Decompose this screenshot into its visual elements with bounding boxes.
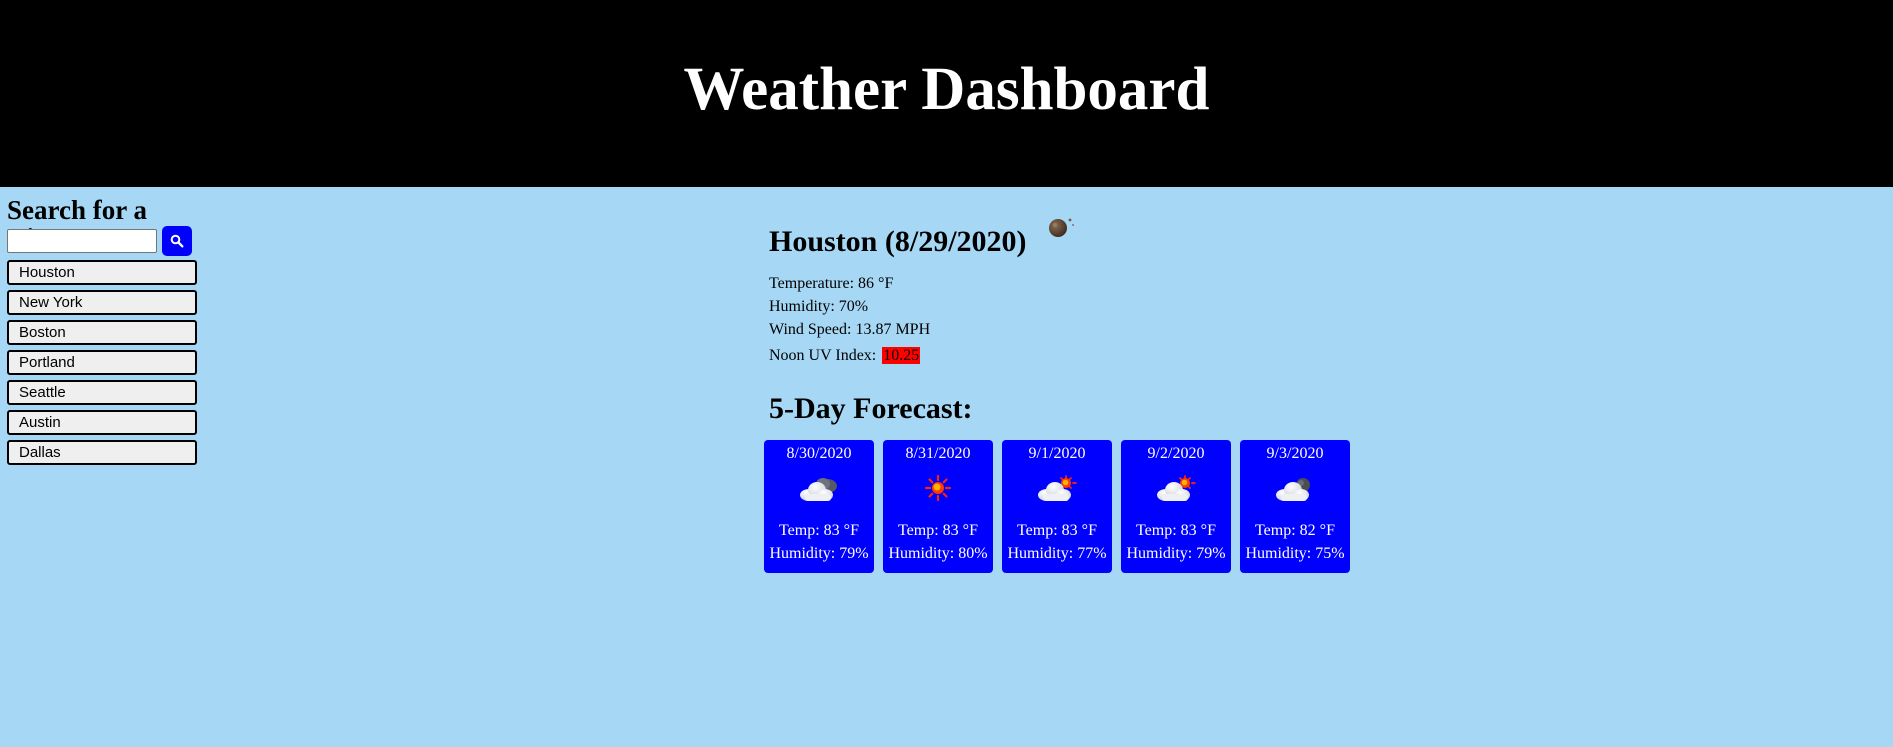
forecast-humidity: Humidity: 79% [769,545,869,562]
current-wind-speed: Wind Speed: 13.87 MPH [769,321,931,338]
forecast-date: 9/1/2020 [1028,445,1086,462]
search-row [7,226,207,256]
uv-index-row: Noon UV Index: 10.25 [769,344,1027,367]
city-button-portland[interactable]: Portland [7,350,197,375]
city-button-houston[interactable]: Houston [7,260,197,285]
page-header: Weather Dashboard [0,0,1893,187]
forecast-humidity: Humidity: 80% [888,545,988,562]
partly-cloudy-night-icon [800,478,837,501]
city-history-list: Houston New York Boston Portland Seattle… [7,260,207,465]
partly-cloudy-day-icon [1157,475,1196,501]
forecast-card: 9/1/2020 Temp: 83 °F Humidity: 77% [1002,440,1112,573]
search-title: Search for a City: [7,195,147,252]
forecast-card: 8/30/2020 Temp: 83 °F Humidity: 79% [764,440,874,573]
uv-index-value: 10.25 [882,347,921,364]
city-button-boston[interactable]: Boston [7,320,197,345]
forecast-date: 8/31/2020 [905,445,971,462]
forecast-temp: Temp: 83 °F [779,522,859,539]
forecast-temp: Temp: 83 °F [1017,522,1097,539]
current-humidity: Humidity: 70% [769,298,869,315]
current-city-title: Houston (8/29/2020) [769,225,1027,258]
forecast-date: 8/30/2020 [786,445,852,462]
cloudy-night-icon [1276,478,1310,501]
forecast-date: 9/2/2020 [1147,445,1205,462]
forecast-humidity: Humidity: 79% [1126,545,1226,562]
city-button-dallas[interactable]: Dallas [7,440,197,465]
forecast-date: 9/3/2020 [1266,445,1324,462]
clear-night-icon [1049,218,1074,237]
forecast-title: 5-Day Forecast: [769,392,973,425]
current-temperature: Temperature: 86 °F [769,275,894,292]
city-button-austin[interactable]: Austin [7,410,197,435]
forecast-humidity: Humidity: 77% [1007,545,1107,562]
page-title: Weather Dashboard [683,56,1210,123]
city-button-seattle[interactable]: Seattle [7,380,197,405]
partly-cloudy-day-icon [1038,475,1077,501]
city-search-input[interactable] [7,229,157,253]
city-button-new-york[interactable]: New York [7,290,197,315]
forecast-humidity: Humidity: 75% [1245,545,1345,562]
search-button[interactable] [162,226,192,256]
forecast-card: 8/31/2020 Temp: 83 °F Humidity: 80% [883,440,993,573]
search-icon [170,234,184,248]
forecast-row: 8/30/2020 Temp: 83 °F Humidity: 79% 8/31… [764,440,1359,573]
forecast-temp: Temp: 83 °F [1136,522,1216,539]
forecast-temp: Temp: 82 °F [1255,522,1335,539]
forecast-card: 9/2/2020 Temp: 83 °F Humidity: 79% [1121,440,1231,573]
city-search-panel: Search for a City: Houston New York Bost… [7,196,207,470]
current-weather: Houston (8/29/2020) Temperature: 86 °F H… [769,212,1074,367]
sun-icon [924,474,952,502]
forecast-card: 9/3/2020 Temp: 82 °F Humidity: 75% [1240,440,1350,573]
forecast-temp: Temp: 83 °F [898,522,978,539]
uv-index-label: Noon UV Index: [769,347,877,364]
